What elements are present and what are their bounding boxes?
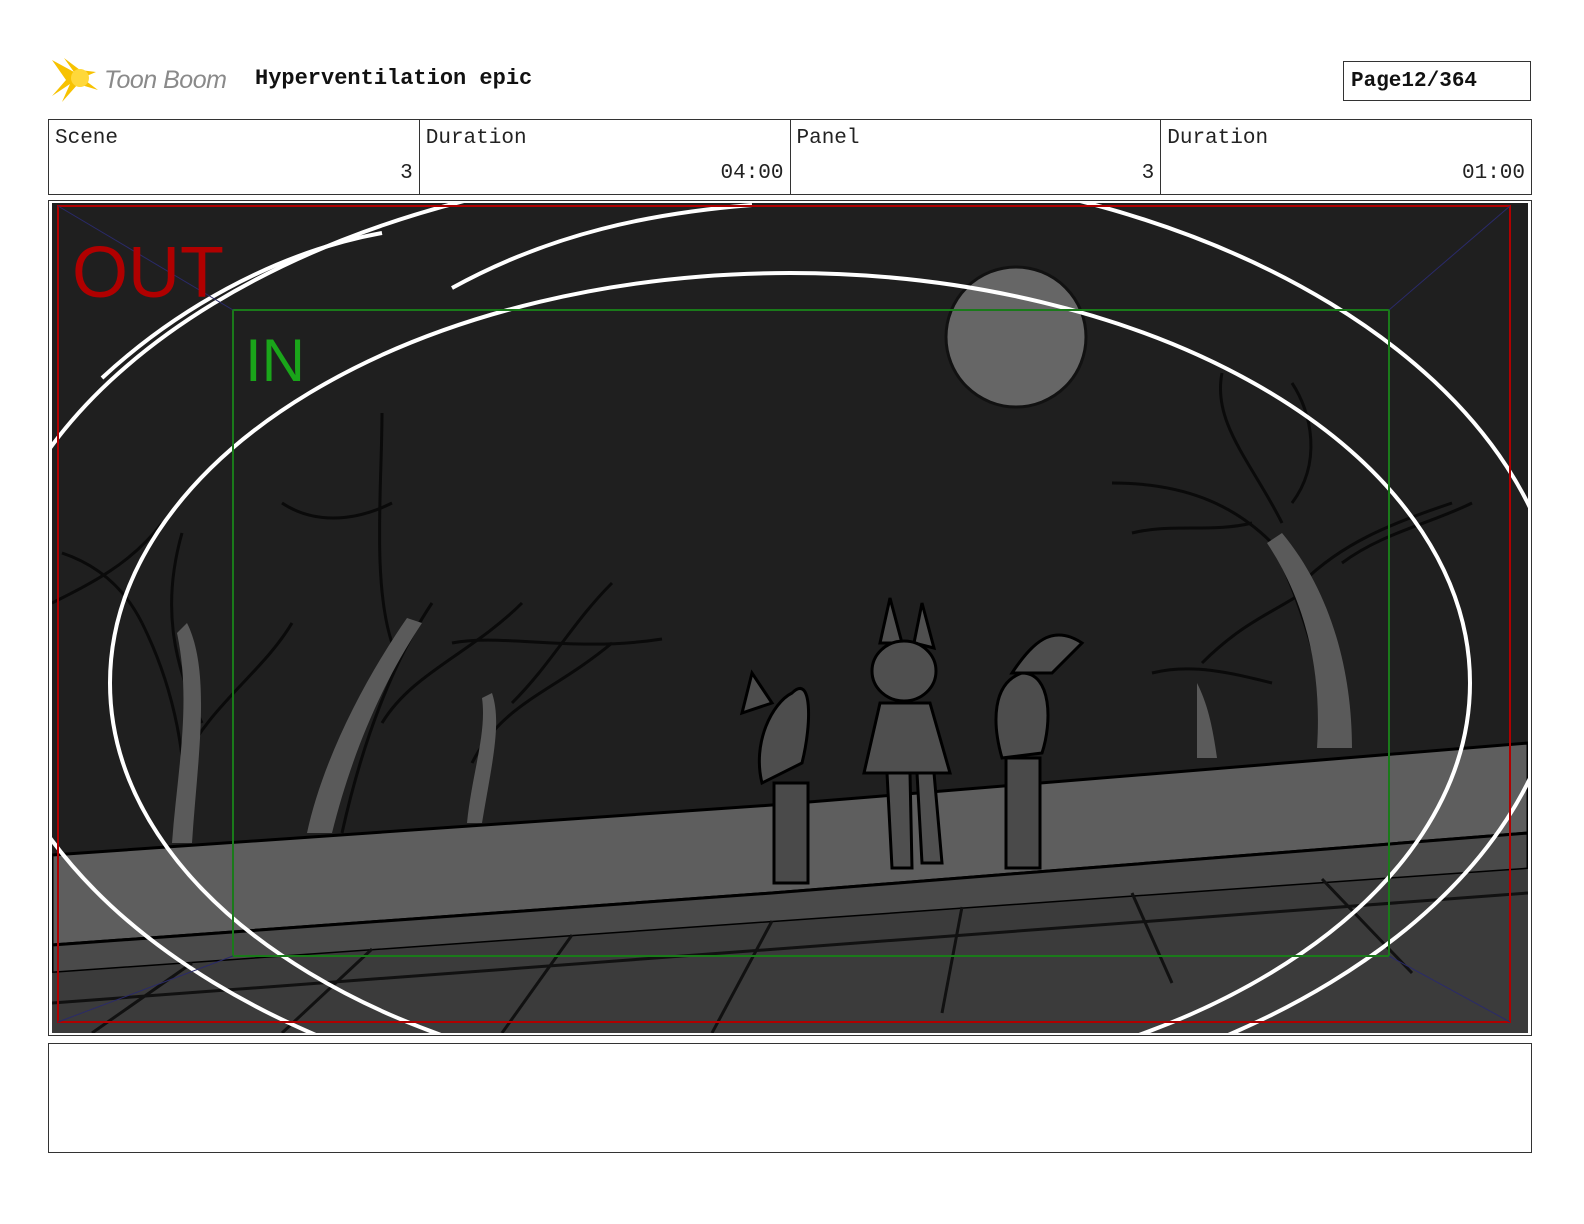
scene-info-table: Scene 3 Duration 04:00 Panel 3 Duration …	[48, 119, 1532, 195]
page-number: 12/364	[1401, 69, 1478, 93]
storyboard-panel-image: OUT IN	[52, 203, 1528, 1033]
panel-notes[interactable]	[48, 1043, 1532, 1153]
starburst-icon	[52, 58, 98, 102]
scene-duration-label: Duration	[425, 127, 527, 150]
scene-duration-cell: Duration 04:00	[420, 120, 791, 194]
panel-cell: Panel 3	[791, 120, 1162, 194]
scene-cell: Scene 3	[49, 120, 420, 194]
panel-duration-label: Duration	[1167, 127, 1269, 150]
page-indicator: Page 12/364	[1343, 61, 1531, 101]
toon-boom-logo: Toon Boom	[50, 56, 240, 106]
page-label: Page	[1351, 69, 1402, 93]
project-title: Hyperventilation epic	[255, 66, 533, 91]
panel-label: Panel	[796, 127, 860, 150]
logo-text: Toon Boom	[104, 66, 227, 94]
scene-value: 3	[400, 162, 413, 185]
panel-duration-value: 01:00	[1461, 162, 1525, 185]
scene-label: Scene	[55, 127, 119, 150]
in-label: IN	[245, 327, 305, 394]
panel-value: 3	[1141, 162, 1155, 185]
panel-duration-cell: Duration 01:00	[1161, 120, 1531, 194]
scene-duration-value: 04:00	[720, 162, 784, 185]
out-label: OUT	[72, 233, 224, 313]
